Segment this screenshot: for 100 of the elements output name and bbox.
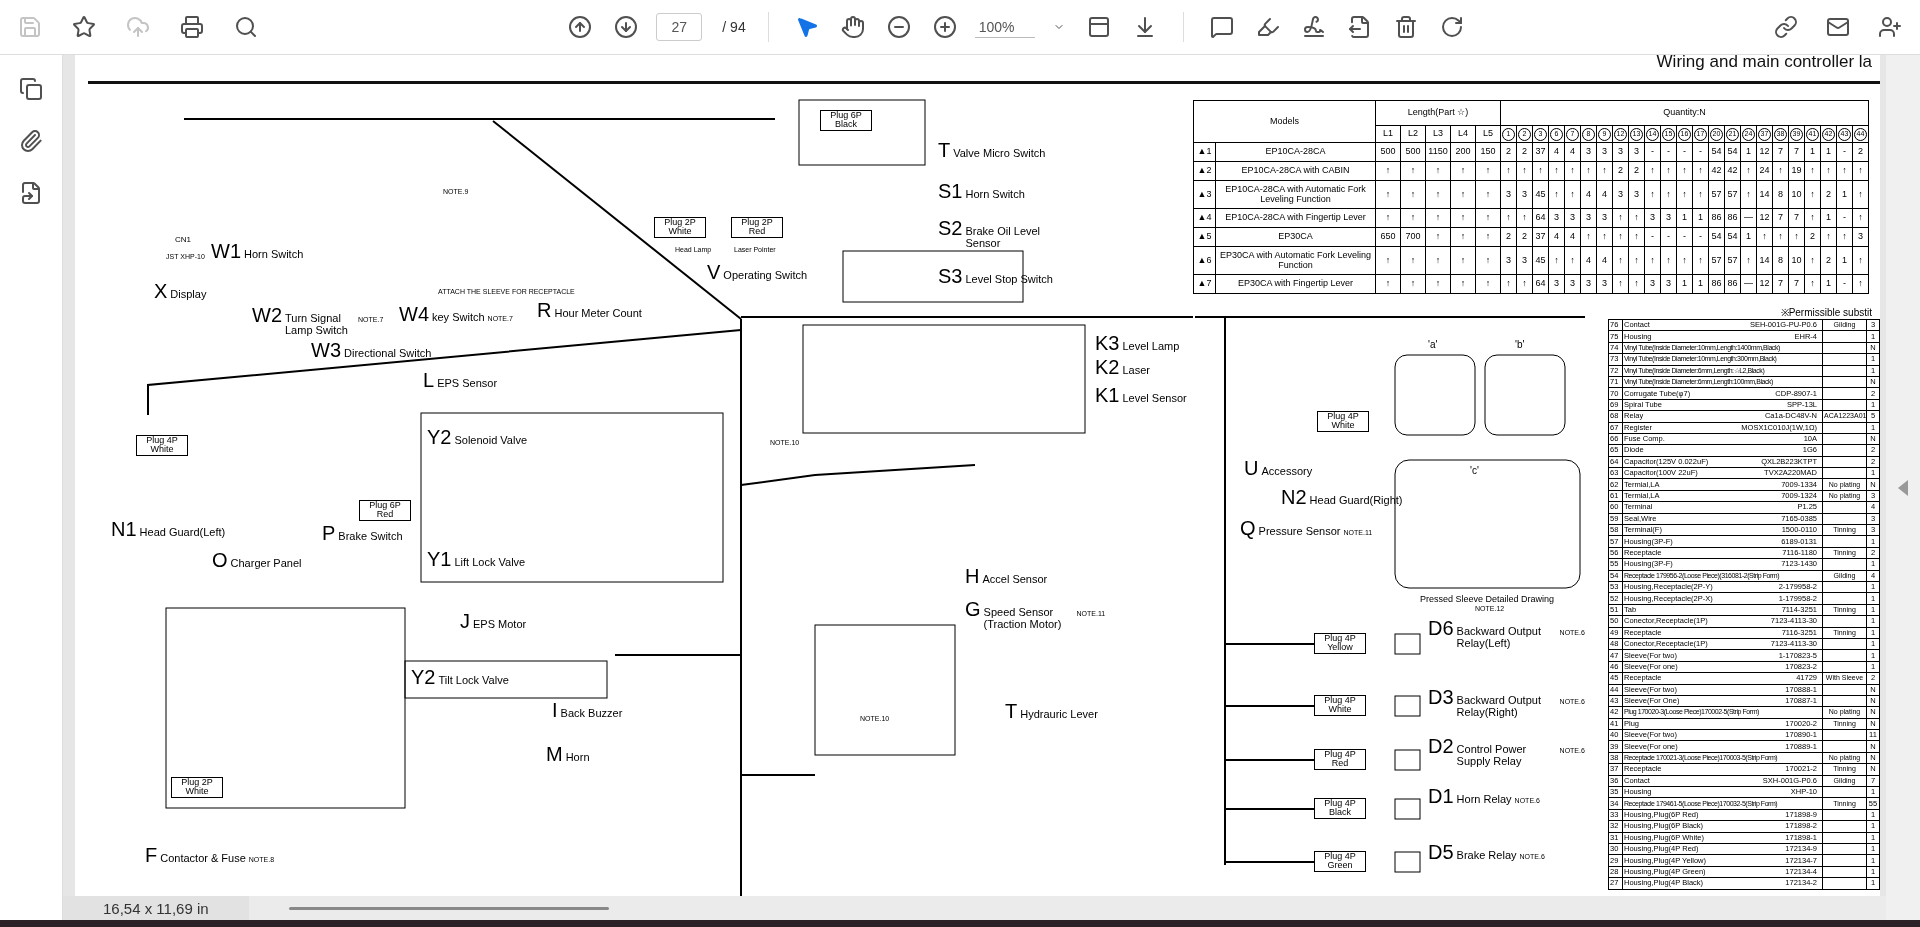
table-cell: 57: [1708, 180, 1725, 209]
table-cell: ↑: [1375, 161, 1401, 181]
component-name: Brake Oil Level Sensor: [965, 226, 1042, 250]
component-name: Pressure Sensor: [1258, 526, 1341, 538]
table-cell: 45: [1532, 180, 1549, 209]
page-number-field[interactable]: 27: [656, 13, 703, 41]
component-code: H: [965, 566, 980, 586]
plug-label: Plug 4P Yellow: [1314, 633, 1366, 654]
component-name: Horn Switch: [965, 189, 1025, 201]
table-heading: ※Permissible substit: [1780, 306, 1872, 319]
table-cell: ↑: [1628, 208, 1645, 228]
component-code: I: [552, 700, 558, 720]
table-cell: ↑: [1580, 227, 1597, 247]
table-cell: ↑: [1836, 227, 1853, 247]
table-cell: 3: [1516, 180, 1533, 209]
component-code: Y2: [427, 427, 452, 447]
table-cell: 42: [1724, 161, 1741, 181]
table-cell: ↑: [1500, 208, 1517, 228]
component-name: Backward Output Relay(Right): [1456, 695, 1542, 719]
table-cell: 19: [1788, 161, 1805, 181]
table-cell: 64: [1532, 208, 1549, 228]
component-name: Control Power Supply Relay: [1456, 744, 1528, 768]
component-code: W1: [211, 241, 241, 261]
table-cell: ↑: [1475, 180, 1501, 209]
table-cell: 8: [1772, 180, 1789, 209]
table-cell: -: [1692, 227, 1709, 247]
table-cell: 1: [1676, 274, 1693, 294]
table-cell: 4: [1548, 142, 1565, 162]
table-cell: -: [1676, 227, 1693, 247]
table-cell: ↑: [1660, 180, 1677, 209]
table-cell: 64: [1532, 274, 1549, 294]
component-code: W2: [252, 305, 282, 325]
table-cell: 1: [1740, 142, 1757, 162]
component-name: Lift Lock Valve: [454, 557, 526, 569]
table-cell: 54: [1708, 142, 1725, 162]
table-cell: 7: [1788, 274, 1805, 294]
table-cell: ↑: [1450, 246, 1476, 275]
table-header: Models: [1193, 100, 1376, 143]
table-header: Length(Part ☆): [1375, 100, 1501, 126]
table-cell: 1: [1820, 208, 1837, 228]
table-cell: 3: [1628, 180, 1645, 209]
table-cell: 4: [1564, 227, 1581, 247]
component-code: D2: [1428, 736, 1454, 756]
table-cell: ↑: [1804, 274, 1821, 294]
horizontal-scrollbar[interactable]: [288, 906, 609, 910]
component-name: Display: [170, 289, 207, 301]
table-cell: EP10CA-28CA with Automatic Fork Leveling Function: [1215, 180, 1376, 209]
plug-label: Plug 4P White: [1314, 695, 1366, 716]
table-cell: ↑: [1548, 180, 1565, 209]
component-code: O: [212, 550, 228, 570]
plug-label: Plug 4P White: [136, 435, 188, 456]
table-cell: 2: [1500, 227, 1517, 247]
table-cell: -: [1676, 142, 1693, 162]
component-name: Accel Sensor: [982, 574, 1048, 586]
table-cell: ↑: [1425, 227, 1451, 247]
table-cell: 86: [1708, 208, 1725, 228]
table-cell: ↑: [1564, 246, 1581, 275]
table-cell: ↑: [1375, 208, 1401, 228]
table-cell: ↑: [1676, 161, 1693, 181]
table-cell: ↑: [1756, 227, 1773, 247]
component-code: J: [460, 611, 470, 631]
component-name: Brake Switch: [338, 531, 403, 543]
table-cell: 3: [1612, 142, 1629, 162]
table-cell: 3: [1596, 274, 1613, 294]
table-cell: ↑: [1500, 161, 1517, 181]
table-cell: ↑: [1644, 246, 1661, 275]
table-cell: ↑: [1450, 227, 1476, 247]
table-cell: 1: [1692, 208, 1709, 228]
table-cell: 4: [1596, 246, 1613, 275]
page-title: Wiring and main controller la: [1656, 55, 1872, 72]
table-cell: ↑: [1740, 246, 1757, 275]
table-cell: EP10CA-28CA: [1215, 142, 1376, 162]
table-cell: ↑: [1628, 274, 1645, 294]
component-name: Brake Relay: [1456, 850, 1517, 862]
table-cell: 150: [1475, 142, 1501, 162]
plug-label: Plug 6P Red: [359, 500, 411, 521]
table-cell: 3: [1516, 246, 1533, 275]
component-name: Head Guard(Left): [139, 527, 226, 539]
table-cell: 7: [1772, 274, 1789, 294]
table-cell: 1: [1804, 142, 1821, 162]
table-cell: ↑: [1836, 161, 1853, 181]
table-cell: 14: [1756, 180, 1773, 209]
table-cell: 54: [1708, 227, 1725, 247]
component-name: Valve Micro Switch: [953, 148, 1046, 160]
table-header: Quantity:N: [1500, 100, 1869, 126]
component-code: D1: [1428, 786, 1454, 806]
table-cell: ↑: [1400, 180, 1426, 209]
table-cell: ↑: [1660, 161, 1677, 181]
table-cell: 2: [1852, 142, 1869, 162]
table-cell: ↑: [1660, 246, 1677, 275]
component-code: L: [423, 370, 435, 390]
table-cell: 2: [1820, 180, 1837, 209]
component-name: Accessory: [1261, 466, 1313, 478]
table-cell: ↑: [1516, 208, 1533, 228]
component-code: S1: [938, 181, 963, 201]
component-name: Backward Output Relay(Left): [1456, 626, 1542, 650]
table-cell: ↑: [1475, 208, 1501, 228]
table-cell: ↑: [1804, 208, 1821, 228]
component-name: Directional Switch: [344, 348, 432, 360]
component-code: F: [145, 845, 158, 865]
